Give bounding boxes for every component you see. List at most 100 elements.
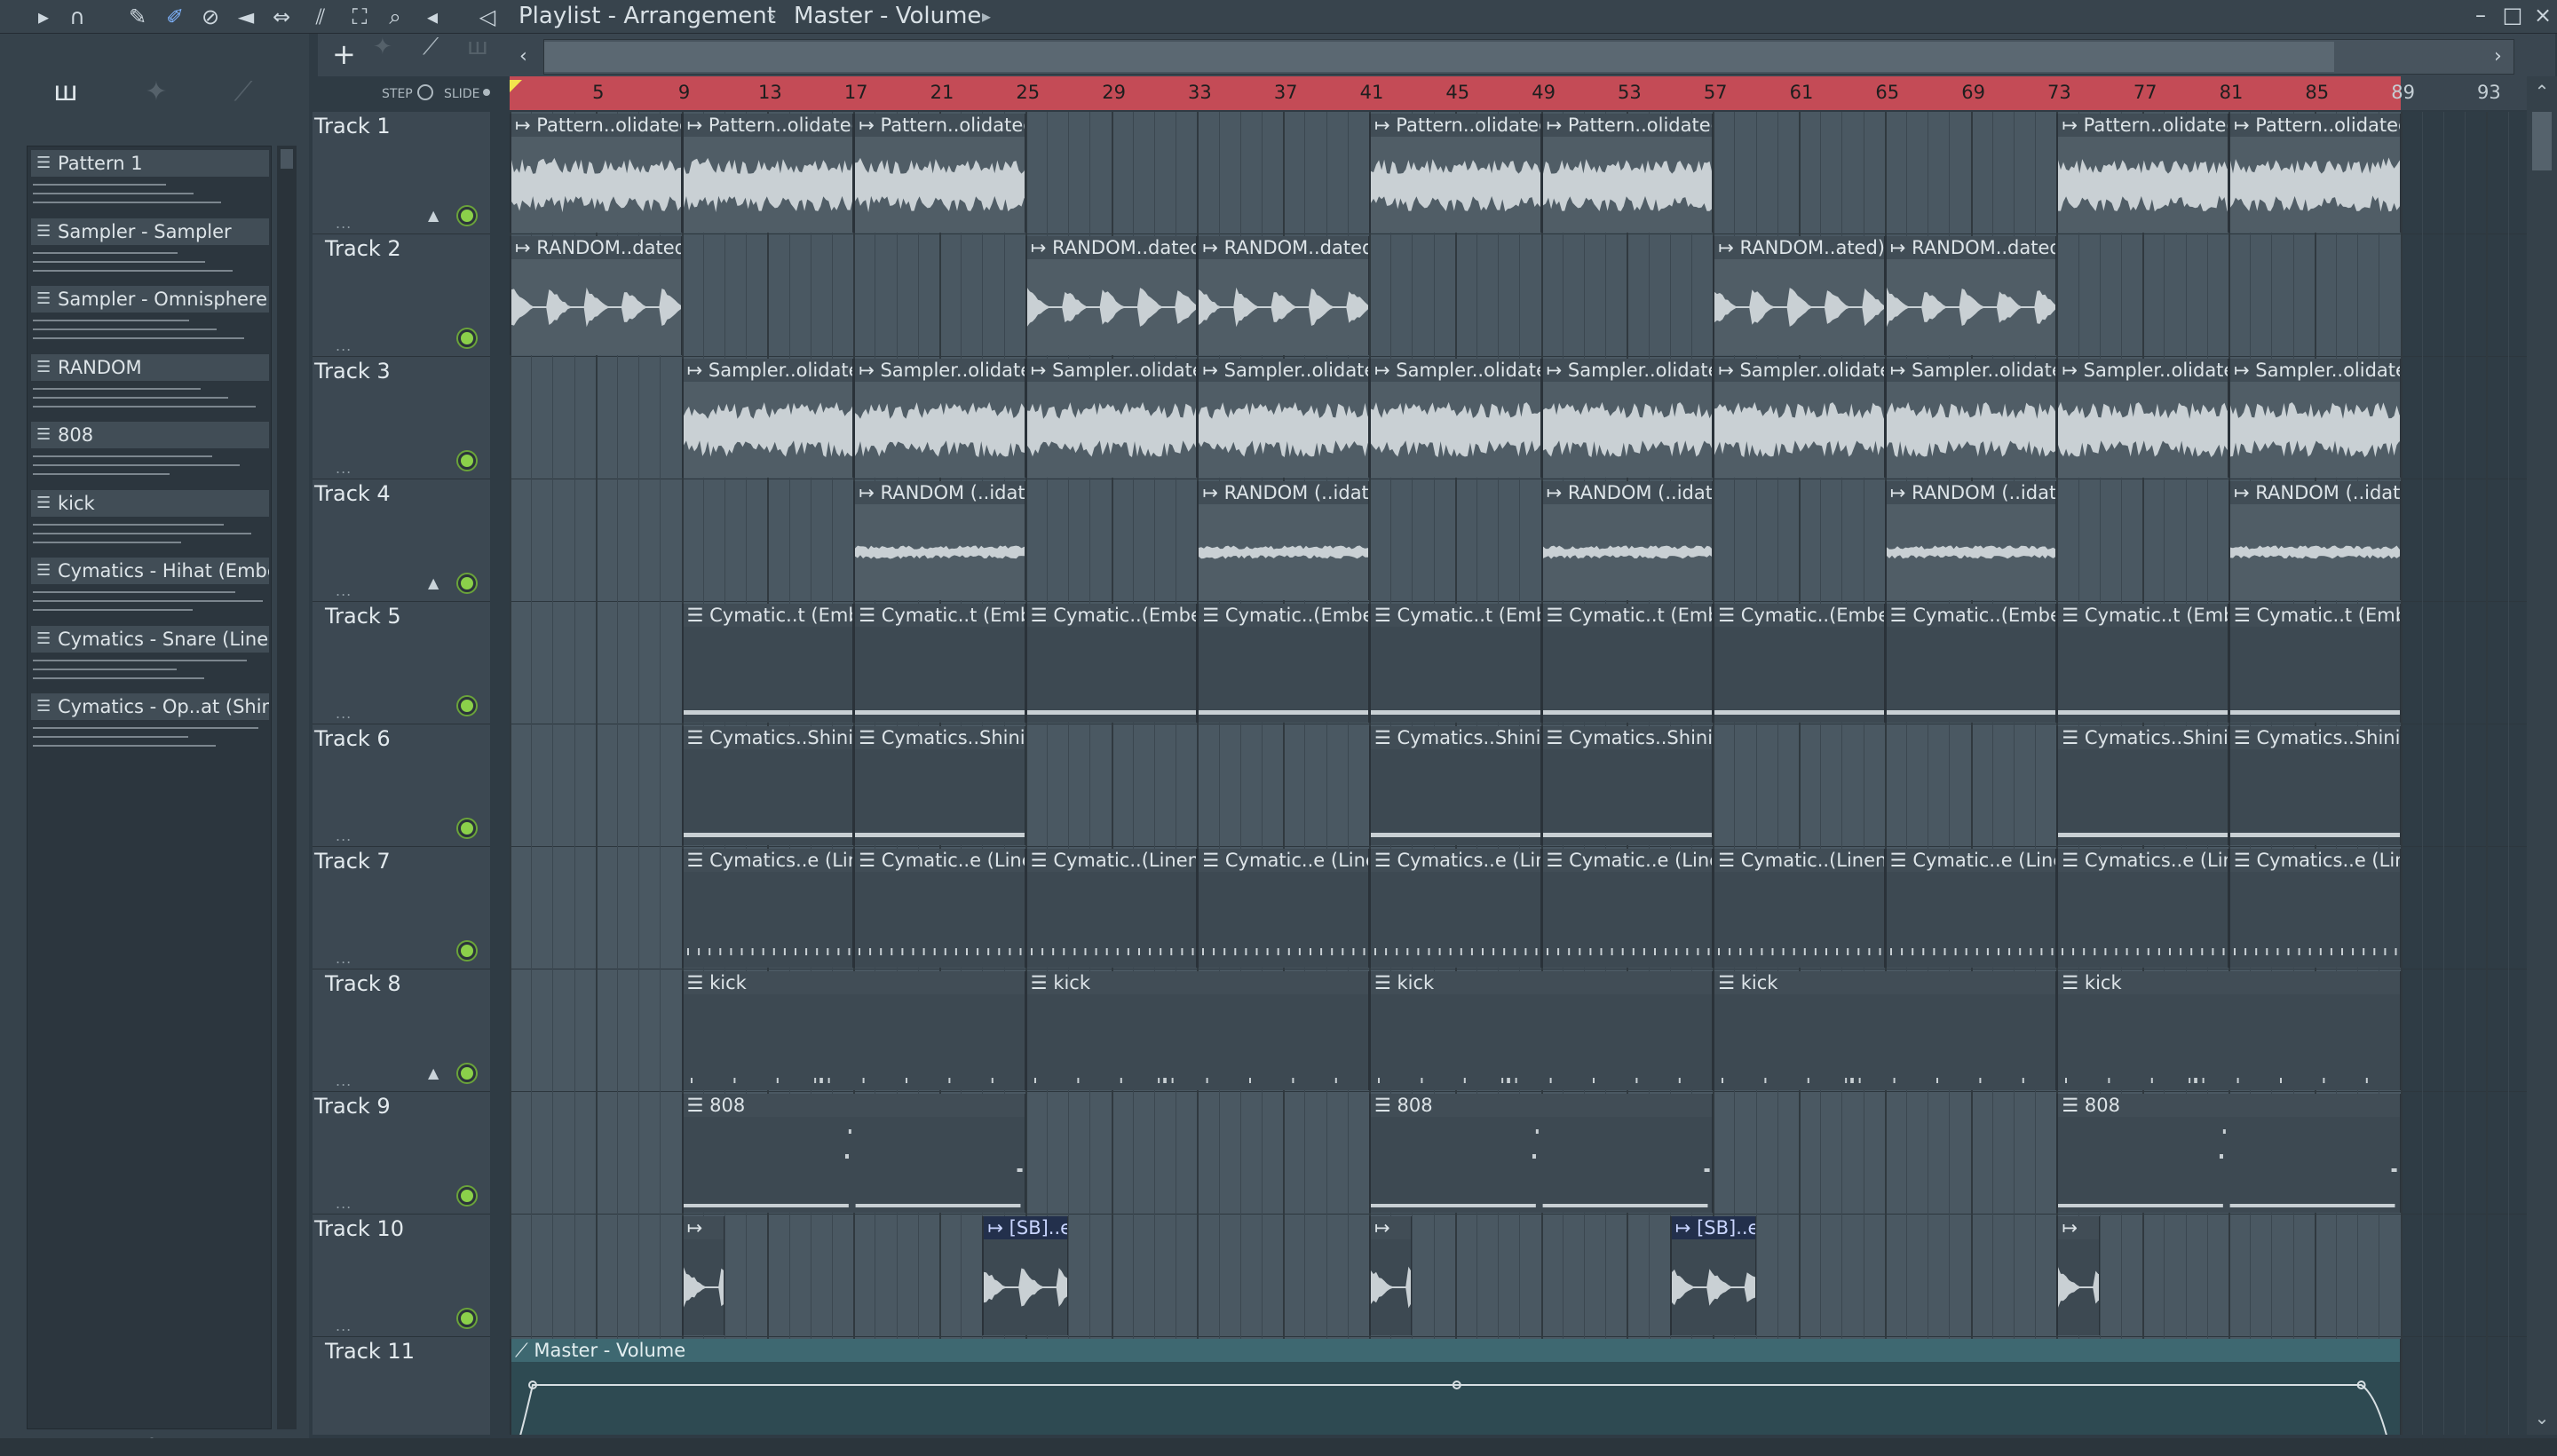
track-mute-led-icon[interactable] <box>458 1310 476 1327</box>
clip-header[interactable]: ☰ Cymatic..t (Ember) <box>683 604 853 627</box>
clip-header[interactable]: ☰ Cymatic..t (Ember) <box>1542 604 1713 627</box>
playlist-clip[interactable]: ☰ kick <box>681 971 1025 1090</box>
pattern-list[interactable]: ☰ Pattern 1 ☰ Sampler - Sampler ☰ Sampler - O… <box>27 146 272 1429</box>
playlist-clip[interactable]: ↦ <box>681 1216 724 1335</box>
clip-header[interactable]: ↦ RANDOM (..idated) <box>855 481 1025 504</box>
slide-toggle[interactable] <box>483 89 490 96</box>
playlist-clip[interactable]: ☰ Cymatic..t (Ember) <box>853 604 1025 723</box>
clip-header[interactable]: ↦ <box>1371 1216 1412 1239</box>
clip-header[interactable]: ☰ Cymatic..(Linen) <box>1026 849 1197 872</box>
magnet-snap-icon[interactable]: ∩ <box>64 4 91 30</box>
clip-header[interactable]: ☰ kick <box>1714 971 2056 994</box>
playlist-clip[interactable]: ☰ Cymatic..e (Linen) <box>1197 849 1369 968</box>
clip-header[interactable]: ☰ Cymatic..t (Ember) <box>1371 604 1540 627</box>
clip-header[interactable]: ☰ Cymatic..(Ember) <box>1886 604 2056 627</box>
minimize-icon[interactable]: – <box>2465 0 2497 32</box>
track-header[interactable]: Track 1... ▲ <box>313 112 490 234</box>
clip-header[interactable]: ↦ RANDOM..dated)_4 <box>1026 236 1197 259</box>
clip-header[interactable]: ↦ <box>2058 1216 2099 1239</box>
track-options-icon[interactable]: ... <box>336 950 352 967</box>
track-name[interactable]: Track 4 <box>314 481 391 506</box>
clip-header[interactable]: ☰ kick <box>1371 971 1713 994</box>
clip-header[interactable]: ☰ Cymatic..(Ember) <box>1026 604 1197 627</box>
track-options-icon[interactable]: ... <box>336 827 352 844</box>
clip-header[interactable]: ☰ 808 <box>2058 1094 2400 1117</box>
clip-header[interactable]: ☰ Cymatics..Shining) <box>855 726 1025 749</box>
scroll-up-icon[interactable]: ⌃ <box>2527 76 2557 107</box>
playlist-clip[interactable]: ☰ Cymatics..Shining) <box>2056 726 2228 845</box>
track-mute-led-icon[interactable] <box>458 819 476 837</box>
playlist-clip[interactable]: ↦ Sampler..olidated) <box>2228 359 2401 478</box>
track-mute-led-icon[interactable] <box>458 452 476 470</box>
playlist-clip[interactable]: ☰ Cymatic..t (Ember) <box>1369 604 1541 723</box>
step-toggle[interactable] <box>417 84 433 100</box>
clip-header[interactable]: ☰ Cymatic..e (Linen) <box>1886 849 2056 872</box>
clip-header[interactable]: ↦ RANDOM..dated)_4 <box>1886 236 2056 259</box>
track-lane[interactable] <box>510 234 2534 357</box>
overview-window[interactable] <box>544 42 2334 72</box>
paint-brush-icon[interactable]: ✐ <box>162 4 188 30</box>
playlist-clip[interactable]: ↦ RANDOM..ated)_4 <box>1713 236 1885 355</box>
track-collapse-icon[interactable]: ▲ <box>428 574 439 591</box>
playlist-clip[interactable]: ↦ [SB]..e 3 <box>982 1216 1069 1335</box>
playlist-clip[interactable]: ☰ Cymatic..(Ember) <box>1025 604 1198 723</box>
zoom-icon[interactable]: ⌕ <box>382 4 408 30</box>
delete-icon[interactable]: ⊘ <box>197 4 224 30</box>
clip-header[interactable]: ↦ RANDOM..ated)_4 <box>1714 236 1884 259</box>
audio-clip-icon[interactable]: ✦ <box>137 75 176 110</box>
clip-header[interactable]: ↦ Pattern..olidated) <box>1371 114 1540 137</box>
clip-header[interactable]: ↦ RANDOM..dated)_4 <box>511 236 681 259</box>
playlist-clip[interactable]: ☰ Cymatics..e (Linen) <box>2056 849 2228 968</box>
add-track-icon[interactable]: + <box>332 37 356 71</box>
playlist-clip[interactable]: ☰ Cymatic..t (Ember) <box>681 604 854 723</box>
pattern-item[interactable]: ☰ Cymatics - Op..at (Shining) <box>31 693 269 761</box>
playlist-clip[interactable]: ↦ Pattern..olidated) <box>681 114 854 233</box>
playlist-clip[interactable]: ↦ RANDOM..dated)_4 <box>1197 236 1369 355</box>
playlist-clip[interactable]: ↦ RANDOM..dated)_4 <box>510 236 682 355</box>
clip-header[interactable]: ☰ kick <box>2058 971 2400 994</box>
playlist-clip[interactable]: ☰ Cymatics..Shining) <box>681 726 854 845</box>
track-name[interactable]: Track 3 <box>314 359 391 384</box>
track-options-icon[interactable]: ... <box>336 705 352 722</box>
clip-header[interactable]: ☰ Cymatic..(Ember) <box>1199 604 1368 627</box>
maximize-icon[interactable]: □ <box>2497 0 2529 32</box>
clip-header[interactable]: ↦ Sampler..olidated) <box>2230 359 2400 382</box>
playlist-clip[interactable]: ↦ Sampler..olidated) <box>1369 359 1541 478</box>
playlist-clip[interactable]: ☰ Cymatic..t (Ember) <box>2228 604 2401 723</box>
playlist-clip[interactable]: ↦ Pattern..olidated) <box>510 114 682 233</box>
playlist-clip[interactable]: ☰ 808 <box>1369 1094 1714 1213</box>
track-header[interactable]: Track 10... <box>313 1215 490 1337</box>
step-label[interactable]: STEP <box>382 87 413 101</box>
clip-header[interactable]: ↦ Sampler..olidated) <box>2058 359 2228 382</box>
playlist-clip[interactable]: ☰ Cymatic..(Ember) <box>1197 604 1369 723</box>
playlist-clip[interactable]: ☰ 808 <box>2056 1094 2401 1213</box>
playlist-clip[interactable]: ↦ [SB]..e 3 <box>1669 1216 1756 1335</box>
playlist-overview-scrollbar[interactable]: ‹ › <box>519 39 2514 75</box>
clip-header[interactable]: ↦ Sampler..olidated) <box>855 359 1025 382</box>
clip-header[interactable]: ↦ Pattern..olidated) <box>1542 114 1713 137</box>
clip-header[interactable]: ↦ Sampler..olidated) <box>683 359 853 382</box>
playlist-clip[interactable]: ⟋ Master - Volume <box>510 1339 2401 1435</box>
playlist-clip[interactable]: ☰ Cymatic..(Linen) <box>1025 849 1198 968</box>
track-header[interactable]: Track 8... ▲ <box>313 969 490 1092</box>
track-name[interactable]: Track 6 <box>314 726 391 751</box>
clip-header[interactable]: ↦ RANDOM (..idated) <box>1199 481 1368 504</box>
playlist-grid[interactable]: ↦ Pattern..olidated)↦ Pattern..olidated)… <box>510 112 2534 1435</box>
automation-line[interactable] <box>515 1384 2392 1435</box>
automation-icon[interactable]: ⟋ <box>224 75 263 110</box>
audio-clip-mode-icon[interactable]: ✦ <box>373 34 392 60</box>
pattern-item[interactable]: ☰ 808 <box>31 422 269 489</box>
playlist-clip[interactable]: ☰ kick <box>1369 971 1714 1090</box>
clip-header[interactable]: ↦ RANDOM (..idated) <box>2230 481 2400 504</box>
track-lane[interactable] <box>510 1215 2534 1337</box>
playlist-clip[interactable]: ↦ Sampler..olidated) <box>681 359 854 478</box>
clip-header[interactable]: ☰ Cymatic..e (Linen) <box>1542 849 1713 872</box>
pattern-item[interactable]: ☰ Cymatics - Hihat (Ember) <box>31 558 269 625</box>
playlist-clip[interactable]: ☰ Cymatics..e (Linen) <box>1369 849 1541 968</box>
track-mute-led-icon[interactable] <box>458 207 476 225</box>
clip-header[interactable]: ↦ Sampler..olidated) <box>1714 359 1884 382</box>
clip-header[interactable]: ☰ kick <box>1026 971 1368 994</box>
slide-label[interactable]: SLIDE <box>444 87 479 101</box>
track-options-icon[interactable]: ... <box>336 460 352 477</box>
track-options-icon[interactable]: ... <box>336 1318 352 1334</box>
